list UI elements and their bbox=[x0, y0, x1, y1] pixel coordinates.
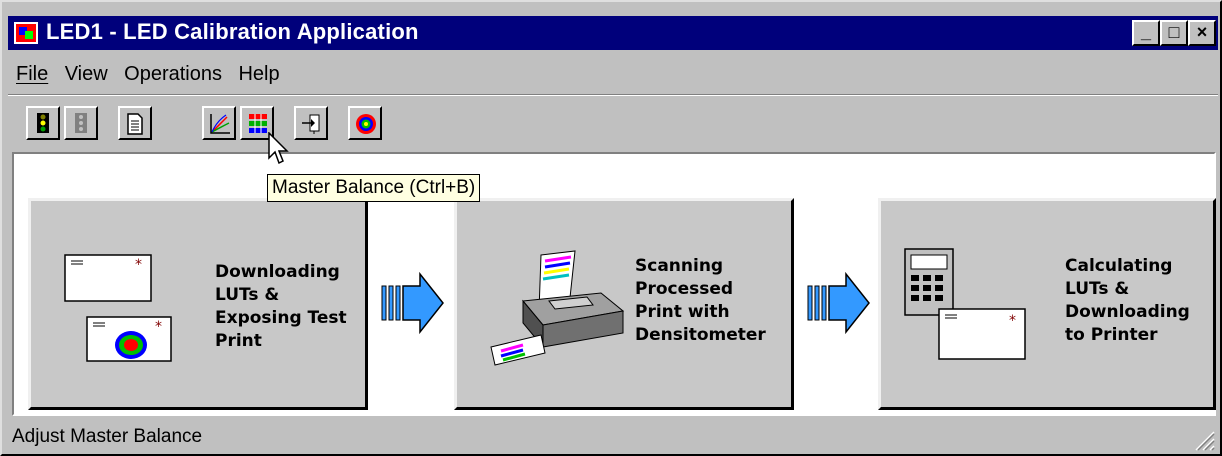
curve-graph-icon bbox=[210, 114, 230, 134]
traffic-light-inactive-icon bbox=[75, 113, 87, 133]
close-button[interactable]: × bbox=[1188, 20, 1216, 46]
title-bar[interactable]: LED1 - LED Calibration Application _ □ × bbox=[8, 16, 1218, 50]
densitometer-icon bbox=[490, 250, 625, 366]
arrow-right-icon bbox=[381, 272, 444, 334]
svg-text:*: * bbox=[135, 257, 142, 273]
menu-file[interactable]: File bbox=[16, 58, 48, 90]
mouse-cursor-icon bbox=[268, 132, 289, 165]
step3-label: Calculating LUTs & Downloading to Printe… bbox=[1065, 256, 1190, 345]
menu-bar: File View Operations Help bbox=[10, 58, 286, 90]
step2-label: Scanning Processed Print with Densitomet… bbox=[635, 256, 766, 345]
download-to-printer-icon bbox=[302, 114, 320, 134]
svg-text:*: * bbox=[1009, 313, 1016, 329]
step-download-expose[interactable]: * * Downloading LUTs & Exposing Test Pri… bbox=[28, 198, 368, 410]
svg-text:*: * bbox=[155, 319, 162, 335]
minimize-button[interactable]: _ bbox=[1132, 20, 1160, 46]
test-print-icon: * * bbox=[64, 254, 172, 362]
app-icon[interactable] bbox=[14, 22, 38, 44]
status-bar: Adjust Master Balance bbox=[8, 422, 1218, 454]
status-text: Adjust Master Balance bbox=[12, 426, 203, 447]
step1-label: Downloading LUTs & Exposing Test Print bbox=[215, 262, 347, 351]
document-button[interactable] bbox=[118, 106, 152, 140]
app-window: LED1 - LED Calibration Application _ □ ×… bbox=[0, 0, 1222, 456]
step-calculate-download[interactable]: * Calculating LUTs & Downloading to Prin… bbox=[878, 198, 1216, 410]
traffic-light-active-icon bbox=[37, 113, 49, 133]
resize-grip-icon[interactable] bbox=[1192, 428, 1216, 452]
toolbar-separator bbox=[8, 94, 1218, 96]
target-button[interactable] bbox=[348, 106, 382, 140]
arrow-right-icon bbox=[807, 272, 870, 334]
calculator-icon: * bbox=[904, 248, 1026, 360]
traffic-light-inactive-button[interactable] bbox=[64, 106, 98, 140]
tooltip: Master Balance (Ctrl+B) bbox=[267, 174, 481, 202]
menu-view[interactable]: View bbox=[65, 58, 108, 90]
master-balance-icon bbox=[249, 114, 267, 133]
menu-help[interactable]: Help bbox=[238, 58, 279, 90]
document-icon bbox=[127, 113, 143, 135]
window-title: LED1 - LED Calibration Application bbox=[46, 19, 419, 44]
curve-graph-button[interactable] bbox=[202, 106, 236, 140]
download-to-printer-button[interactable] bbox=[294, 106, 328, 140]
target-icon bbox=[356, 114, 376, 134]
traffic-light-active-button[interactable] bbox=[26, 106, 60, 140]
menu-operations[interactable]: Operations bbox=[124, 58, 222, 90]
step-scan-print[interactable]: Scanning Processed Print with Densitomet… bbox=[454, 198, 794, 410]
maximize-button[interactable]: □ bbox=[1160, 20, 1188, 46]
